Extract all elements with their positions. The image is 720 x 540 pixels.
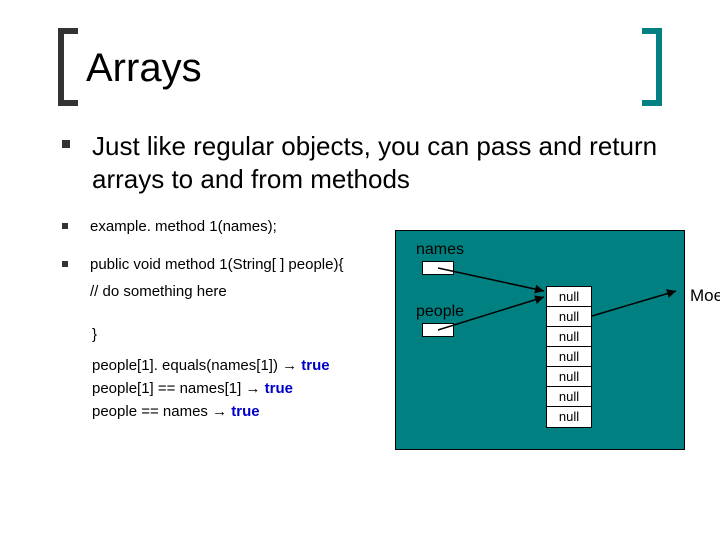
- code-bullet-2: public void method 1(String[ ] people){ …: [62, 255, 392, 302]
- code-line-1: example. method 1(names);: [90, 217, 277, 237]
- eq3-result: true: [231, 403, 259, 420]
- array-box: null null null null null null null: [546, 286, 592, 428]
- array-cell: null: [547, 367, 591, 387]
- bullet-icon: [62, 140, 70, 148]
- code-block: public void method 1(String[ ] people){ …: [90, 255, 343, 302]
- array-cell: null: [547, 387, 591, 407]
- slide-title: Arrays: [86, 46, 202, 91]
- equality-line-2: people[1] == names[1] → true: [92, 380, 392, 397]
- eq1-lhs: people[1]. equals(names[1]): [92, 357, 282, 374]
- array-cell: null: [547, 307, 591, 327]
- equality-line-1: people[1]. equals(names[1]) → true: [92, 357, 392, 374]
- people-ref-box: [422, 323, 454, 337]
- eq1-result: true: [301, 357, 329, 374]
- memory-diagram: names people null null null null null nu…: [395, 230, 685, 450]
- main-bullet: Just like regular objects, you can pass …: [62, 130, 662, 195]
- bracket-right-icon: [642, 28, 662, 106]
- moe-object-label: Moe: [690, 286, 720, 306]
- names-label: names: [416, 241, 464, 259]
- code-close-brace: }: [92, 326, 392, 343]
- array-cell: null: [547, 347, 591, 367]
- code-line-2: public void method 1(String[ ] people){: [90, 255, 343, 275]
- bracket-left-icon: [58, 28, 78, 106]
- array-cell: null: [547, 407, 591, 427]
- body-content: Just like regular objects, you can pass …: [62, 130, 392, 426]
- arrow-icon: →: [212, 403, 231, 420]
- eq2-result: true: [265, 380, 293, 397]
- arrow-icon: →: [282, 357, 301, 374]
- code-line-3: // do something here: [90, 282, 343, 302]
- eq3-lhs: people == names: [92, 403, 212, 420]
- bullet-icon: [62, 261, 68, 267]
- array-cell: null: [547, 327, 591, 347]
- main-bullet-text: Just like regular objects, you can pass …: [92, 130, 662, 195]
- equality-line-3: people == names → true: [92, 403, 392, 420]
- arrow-icon: →: [245, 380, 264, 397]
- code-bullet-1: example. method 1(names);: [62, 217, 392, 237]
- bullet-icon: [62, 223, 68, 229]
- eq2-lhs: people[1] == names[1]: [92, 380, 245, 397]
- title-bar: Arrays: [58, 28, 662, 106]
- names-ref-box: [422, 261, 454, 275]
- people-label: people: [416, 303, 464, 321]
- array-cell: null: [547, 287, 591, 307]
